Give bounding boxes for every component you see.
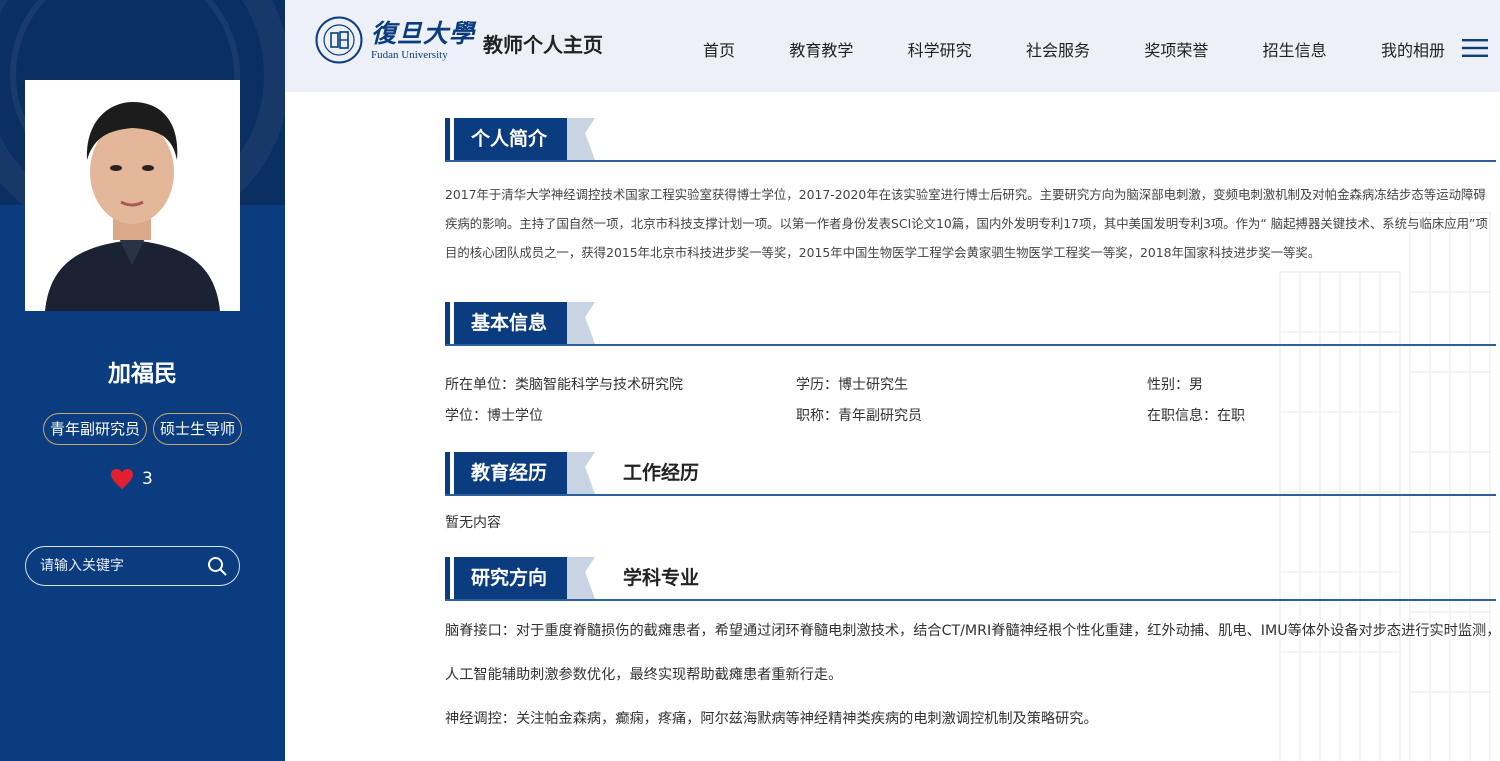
basic-info-grid: 所在单位：类脑智能科学与技术研究院 学历：博士研究生 性别：男 学位：博士学位 …	[445, 368, 1496, 430]
title-tag: 青年副研究员	[42, 413, 147, 445]
top-header: 復旦大學 Fudan University 教师个人主页 首页 教育教学 科学研…	[285, 0, 1500, 92]
profile-photo	[25, 80, 240, 311]
search-input[interactable]	[40, 558, 207, 574]
university-logo[interactable]: 復旦大學 Fudan University	[315, 16, 475, 64]
nav-home[interactable]: 首页	[703, 37, 735, 61]
profile-tags: 青年副研究员 硕士生导师	[0, 413, 285, 445]
supervisor-tag: 硕士生导师	[153, 413, 243, 445]
nav-album[interactable]: 我的相册	[1381, 37, 1445, 61]
info-title: 职称：青年副研究员	[796, 407, 922, 424]
section-research-header: 研究方向 学科专业	[445, 557, 1496, 601]
info-unit: 所在单位：类脑智能科学与技术研究院	[445, 376, 683, 393]
logo-english: Fudan University	[371, 48, 448, 61]
section-accent-bar	[445, 118, 450, 160]
research-line: 人工智能辅助刺激参数优化，最终实现帮助截瘫患者重新行走。	[445, 667, 843, 683]
section-accent-bar	[445, 452, 450, 494]
research-line: 脑脊接口：对于重度脊髓损伤的截瘫患者，希望通过闭环脊髓电刺激技术，结合CT/MR…	[445, 623, 1500, 639]
search-box	[25, 546, 240, 586]
info-row: 学位：博士学位 职称：青年副研究员 在职信息：在职	[445, 399, 1496, 430]
section-accent-bar	[445, 557, 450, 599]
info-gender: 性别：男	[1147, 376, 1203, 393]
like-count: 3	[142, 469, 153, 489]
fudan-seal-icon	[315, 16, 363, 64]
heart-icon	[111, 469, 133, 489]
logo-chinese: 復旦大學	[371, 18, 476, 48]
search-icon[interactable]	[207, 556, 227, 576]
research-text: 脑脊接口：对于重度脊髓损伤的截瘫患者，希望通过闭环脊髓电刺激技术，结合CT/MR…	[445, 620, 1500, 752]
nav-research[interactable]: 科学研究	[908, 37, 972, 61]
info-row: 所在单位：类脑智能科学与技术研究院 学历：博士研究生 性别：男	[445, 368, 1496, 399]
site-title: 教师个人主页	[483, 33, 603, 57]
nav-admissions[interactable]: 招生信息	[1263, 37, 1327, 61]
nav-social-service[interactable]: 社会服务	[1026, 37, 1090, 61]
intro-text: 2017年于清华大学神经调控技术国家工程实验室获得博士学位，2017-2020年…	[445, 187, 1488, 260]
tab-intro[interactable]: 个人简介	[454, 118, 595, 160]
tab-basic-info[interactable]: 基本信息	[454, 302, 595, 344]
profile-name: 加福民	[108, 361, 177, 387]
tab-education[interactable]: 教育经历	[454, 452, 595, 494]
section-intro-header: 个人简介	[445, 118, 1496, 162]
info-degree: 学位：博士学位	[445, 407, 543, 424]
info-education: 学历：博士研究生	[796, 376, 908, 393]
main-nav: 首页 教育教学 科学研究 社会服务 奖项荣誉 招生信息 我的相册	[703, 37, 1445, 61]
research-line: 神经调控：关注帕金森病，癫痫，疼痛，阿尔兹海默病等神经精神类疾病的电刺激调控机制…	[445, 711, 1098, 727]
menu-icon[interactable]	[1462, 38, 1488, 58]
like-button[interactable]: 3	[110, 468, 153, 490]
main-content: 个人简介 2017年于清华大学神经调控技术国家工程实验室获得博士学位，2017-…	[285, 92, 1500, 761]
tab-work-experience[interactable]: 工作经历	[623, 452, 699, 494]
tab-research-direction[interactable]: 研究方向	[454, 557, 595, 599]
section-accent-bar	[445, 302, 450, 344]
section-education-header: 教育经历 工作经历	[445, 452, 1496, 496]
profile-sidebar: 加福民 青年副研究员 硕士生导师 3	[0, 0, 285, 761]
info-employment: 在职信息：在职	[1147, 407, 1245, 424]
nav-awards[interactable]: 奖项荣誉	[1144, 37, 1208, 61]
nav-teaching[interactable]: 教育教学	[789, 37, 853, 61]
section-basic-header: 基本信息	[445, 302, 1496, 346]
tab-discipline[interactable]: 学科专业	[623, 557, 699, 599]
empty-placeholder: 暂无内容	[445, 515, 501, 531]
